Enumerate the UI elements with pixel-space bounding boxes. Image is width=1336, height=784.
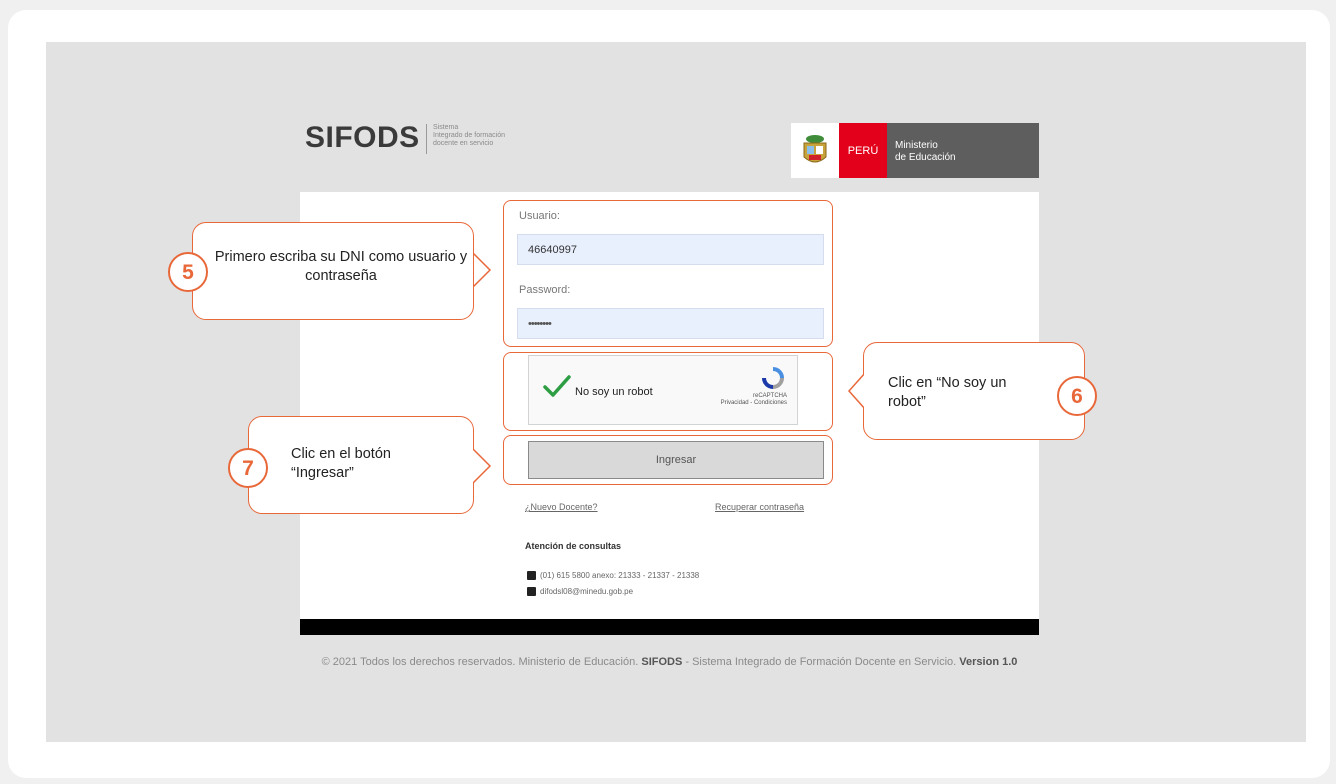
step-5-badge: 5 [168, 252, 208, 292]
ministry-label: Ministerio de Educación [887, 123, 1039, 178]
callout-7: Clic en el botón “Ingresar” [248, 416, 474, 514]
phone-text: (01) 615 5800 anexo: 21333 - 21337 - 213… [540, 571, 700, 580]
callout-5: Primero escriba su DNI como usuario y co… [192, 222, 474, 320]
new-teacher-link[interactable]: ¿Nuevo Docente? [525, 502, 598, 512]
copyright: © 2021 Todos los derechos reservados. Mi… [321, 656, 1018, 668]
minedu-logo: PERÚ Ministerio de Educación [791, 123, 1039, 178]
phone-icon [527, 571, 536, 580]
contact-title: Atención de consultas [525, 541, 622, 551]
callout-6: Clic en “No soy un robot” [863, 342, 1085, 440]
step-7-badge: 7 [228, 448, 268, 488]
email-text: difodsl08@minedu.gob.pe [540, 587, 634, 596]
email-icon [527, 587, 536, 596]
peru-label: PERÚ [839, 123, 887, 178]
sifods-logo: SIFODS [305, 121, 420, 154]
logo-divider [426, 124, 427, 154]
footer-bar [300, 619, 1039, 635]
highlight-submit [503, 435, 833, 485]
callout-6-pointer [847, 371, 867, 411]
highlight-credentials [503, 200, 833, 347]
callout-7-pointer [470, 446, 492, 486]
step-6-badge: 6 [1057, 376, 1097, 416]
contact-email: difodsl08@minedu.gob.pe [527, 587, 633, 596]
recover-password-link[interactable]: Recuperar contraseña [715, 502, 804, 512]
contact-phone: (01) 615 5800 anexo: 21333 - 21337 - 213… [527, 571, 699, 580]
highlight-captcha [503, 352, 833, 431]
coat-of-arms-icon [791, 123, 839, 178]
logo-subtitle: Sistema Integrado de formación docente e… [433, 124, 505, 147]
